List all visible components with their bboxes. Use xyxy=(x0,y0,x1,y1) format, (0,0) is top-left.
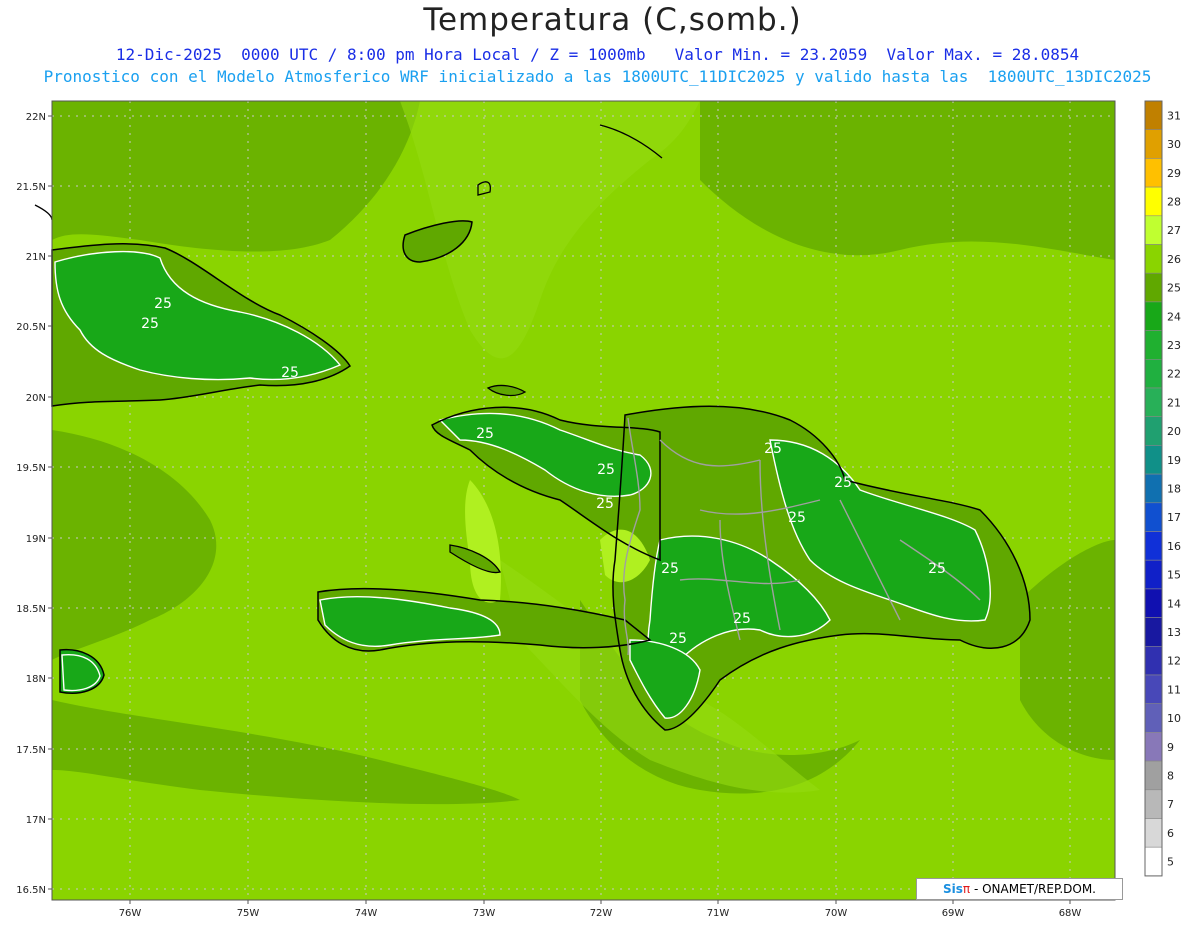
lat-label-20N: 20N xyxy=(26,393,46,404)
lat-label-19N: 19N xyxy=(26,534,46,545)
colorbar-label-6: 6 xyxy=(1167,827,1174,840)
colorbar-label-20: 20 xyxy=(1167,425,1181,438)
credit-text: - ONAMET/REP.DOM. xyxy=(970,882,1096,896)
colorbar-swatch-29 xyxy=(1144,158,1163,188)
lon-label-74W: 74W xyxy=(355,908,378,919)
colorbar-label-13: 13 xyxy=(1167,626,1181,639)
colorbar-swatch-13 xyxy=(1144,617,1163,647)
colorbar-swatch-26 xyxy=(1144,244,1163,274)
colorbar-label-31: 31 xyxy=(1167,109,1181,122)
lat-label-17N: 17N xyxy=(26,815,46,826)
colorbar-label-27: 27 xyxy=(1167,224,1181,237)
colorbar-swatch-10 xyxy=(1144,703,1163,733)
colorbar-label-18: 18 xyxy=(1167,482,1181,495)
contour-label-1: 25 xyxy=(141,316,159,332)
lon-label-72W: 72W xyxy=(590,908,613,919)
colorbar-swatch-28 xyxy=(1144,186,1163,217)
colorbar-swatch-5 xyxy=(1144,846,1163,877)
colorbar-label-16: 16 xyxy=(1167,540,1181,553)
lon-label-69W: 69W xyxy=(942,908,965,919)
credit-badge: Sisπ - ONAMET/REP.DOM. xyxy=(916,878,1123,900)
colorbar-swatch-7 xyxy=(1144,789,1163,819)
contour-label-7: 25 xyxy=(834,475,852,491)
colorbar-label-9: 9 xyxy=(1167,741,1174,754)
colorbar-swatch-23 xyxy=(1144,330,1163,360)
colorbar-label-14: 14 xyxy=(1167,597,1181,610)
lat-label-21N: 21N xyxy=(26,252,46,263)
colorbar-label-5: 5 xyxy=(1167,856,1174,869)
lat-label-19.5N: 19.5N xyxy=(16,463,46,474)
colorbar-swatch-16 xyxy=(1144,531,1163,561)
contour-label-5: 25 xyxy=(596,496,614,512)
colorbar-label-28: 28 xyxy=(1167,195,1181,208)
colorbar-label-26: 26 xyxy=(1167,253,1181,266)
contour-label-2: 25 xyxy=(281,365,299,381)
lat-label-17.5N: 17.5N xyxy=(16,745,46,756)
colorbar-swatch-25 xyxy=(1144,272,1163,303)
colorbar-swatch-6 xyxy=(1144,818,1163,848)
colorbar-swatch-27 xyxy=(1144,215,1163,245)
contour-label-6: 25 xyxy=(764,441,782,457)
colorbar-swatch-14 xyxy=(1144,588,1163,618)
colorbar-swatch-22 xyxy=(1144,358,1163,389)
colorbar-swatch-21 xyxy=(1144,387,1163,418)
colorbar-swatch-19 xyxy=(1144,445,1163,475)
colorbar-swatch-17 xyxy=(1144,502,1163,532)
lat-label-18N: 18N xyxy=(26,674,46,685)
colorbar-swatch-20 xyxy=(1144,416,1163,446)
colorbar-label-17: 17 xyxy=(1167,511,1181,524)
lon-label-73W: 73W xyxy=(473,908,496,919)
contour-label-4: 25 xyxy=(597,462,615,478)
colorbar-label-19: 19 xyxy=(1167,454,1181,467)
lon-label-76W: 76W xyxy=(119,908,142,919)
colorbar-label-29: 29 xyxy=(1167,167,1181,180)
colorbar-swatch-30 xyxy=(1144,129,1163,159)
lat-label-21.5N: 21.5N xyxy=(16,182,46,193)
lat-label-18.5N: 18.5N xyxy=(16,604,46,615)
colorbar-label-11: 11 xyxy=(1167,683,1181,696)
colorbar-swatch-9 xyxy=(1144,732,1163,762)
colorbar-label-7: 7 xyxy=(1167,798,1174,811)
colorbar-swatch-8 xyxy=(1144,760,1163,791)
colorbar-label-21: 21 xyxy=(1167,396,1181,409)
colorbar-swatch-11 xyxy=(1144,674,1163,705)
colorbar-label-12: 12 xyxy=(1167,655,1181,668)
contour-label-10: 25 xyxy=(661,561,679,577)
temperature-map: 25 25 25 25 25 25 25 25 25 25 25 25 25 22N 21.5N 21N 20.… xyxy=(16,100,1181,919)
colorbar-swatch-18 xyxy=(1144,473,1163,504)
colorbar-label-8: 8 xyxy=(1167,769,1174,782)
colorbar-swatch-12 xyxy=(1144,645,1163,676)
contour-label-8: 25 xyxy=(788,510,806,526)
colorbar-label-30: 30 xyxy=(1167,138,1181,151)
lat-label-16.5N: 16.5N xyxy=(16,885,46,896)
contour-label-9: 25 xyxy=(928,561,946,577)
colorbar-swatch-24 xyxy=(1144,301,1163,331)
colorbar-label-15: 15 xyxy=(1167,569,1181,582)
colorbar-label-23: 23 xyxy=(1167,339,1181,352)
contour-label-0: 25 xyxy=(154,296,172,312)
contour-label-12: 25 xyxy=(669,631,687,647)
colorbar-swatch-15 xyxy=(1144,559,1163,590)
lat-label-22N: 22N xyxy=(26,112,46,123)
lon-label-75W: 75W xyxy=(237,908,260,919)
colorbar-swatch-31 xyxy=(1144,100,1163,131)
contour-label-11: 25 xyxy=(733,611,751,627)
credit-brand: Sis xyxy=(943,882,963,896)
lon-label-68W: 68W xyxy=(1059,908,1082,919)
cuba-north-coast-edge xyxy=(34,204,53,221)
lon-label-70W: 70W xyxy=(825,908,848,919)
colorbar-label-24: 24 xyxy=(1167,310,1181,323)
colorbar-label-22: 22 xyxy=(1167,368,1181,381)
lon-label-71W: 71W xyxy=(707,908,730,919)
colorbar-label-25: 25 xyxy=(1167,282,1181,295)
lat-label-20.5N: 20.5N xyxy=(16,322,46,333)
contour-label-3: 25 xyxy=(476,426,494,442)
colorbar-label-10: 10 xyxy=(1167,712,1181,725)
